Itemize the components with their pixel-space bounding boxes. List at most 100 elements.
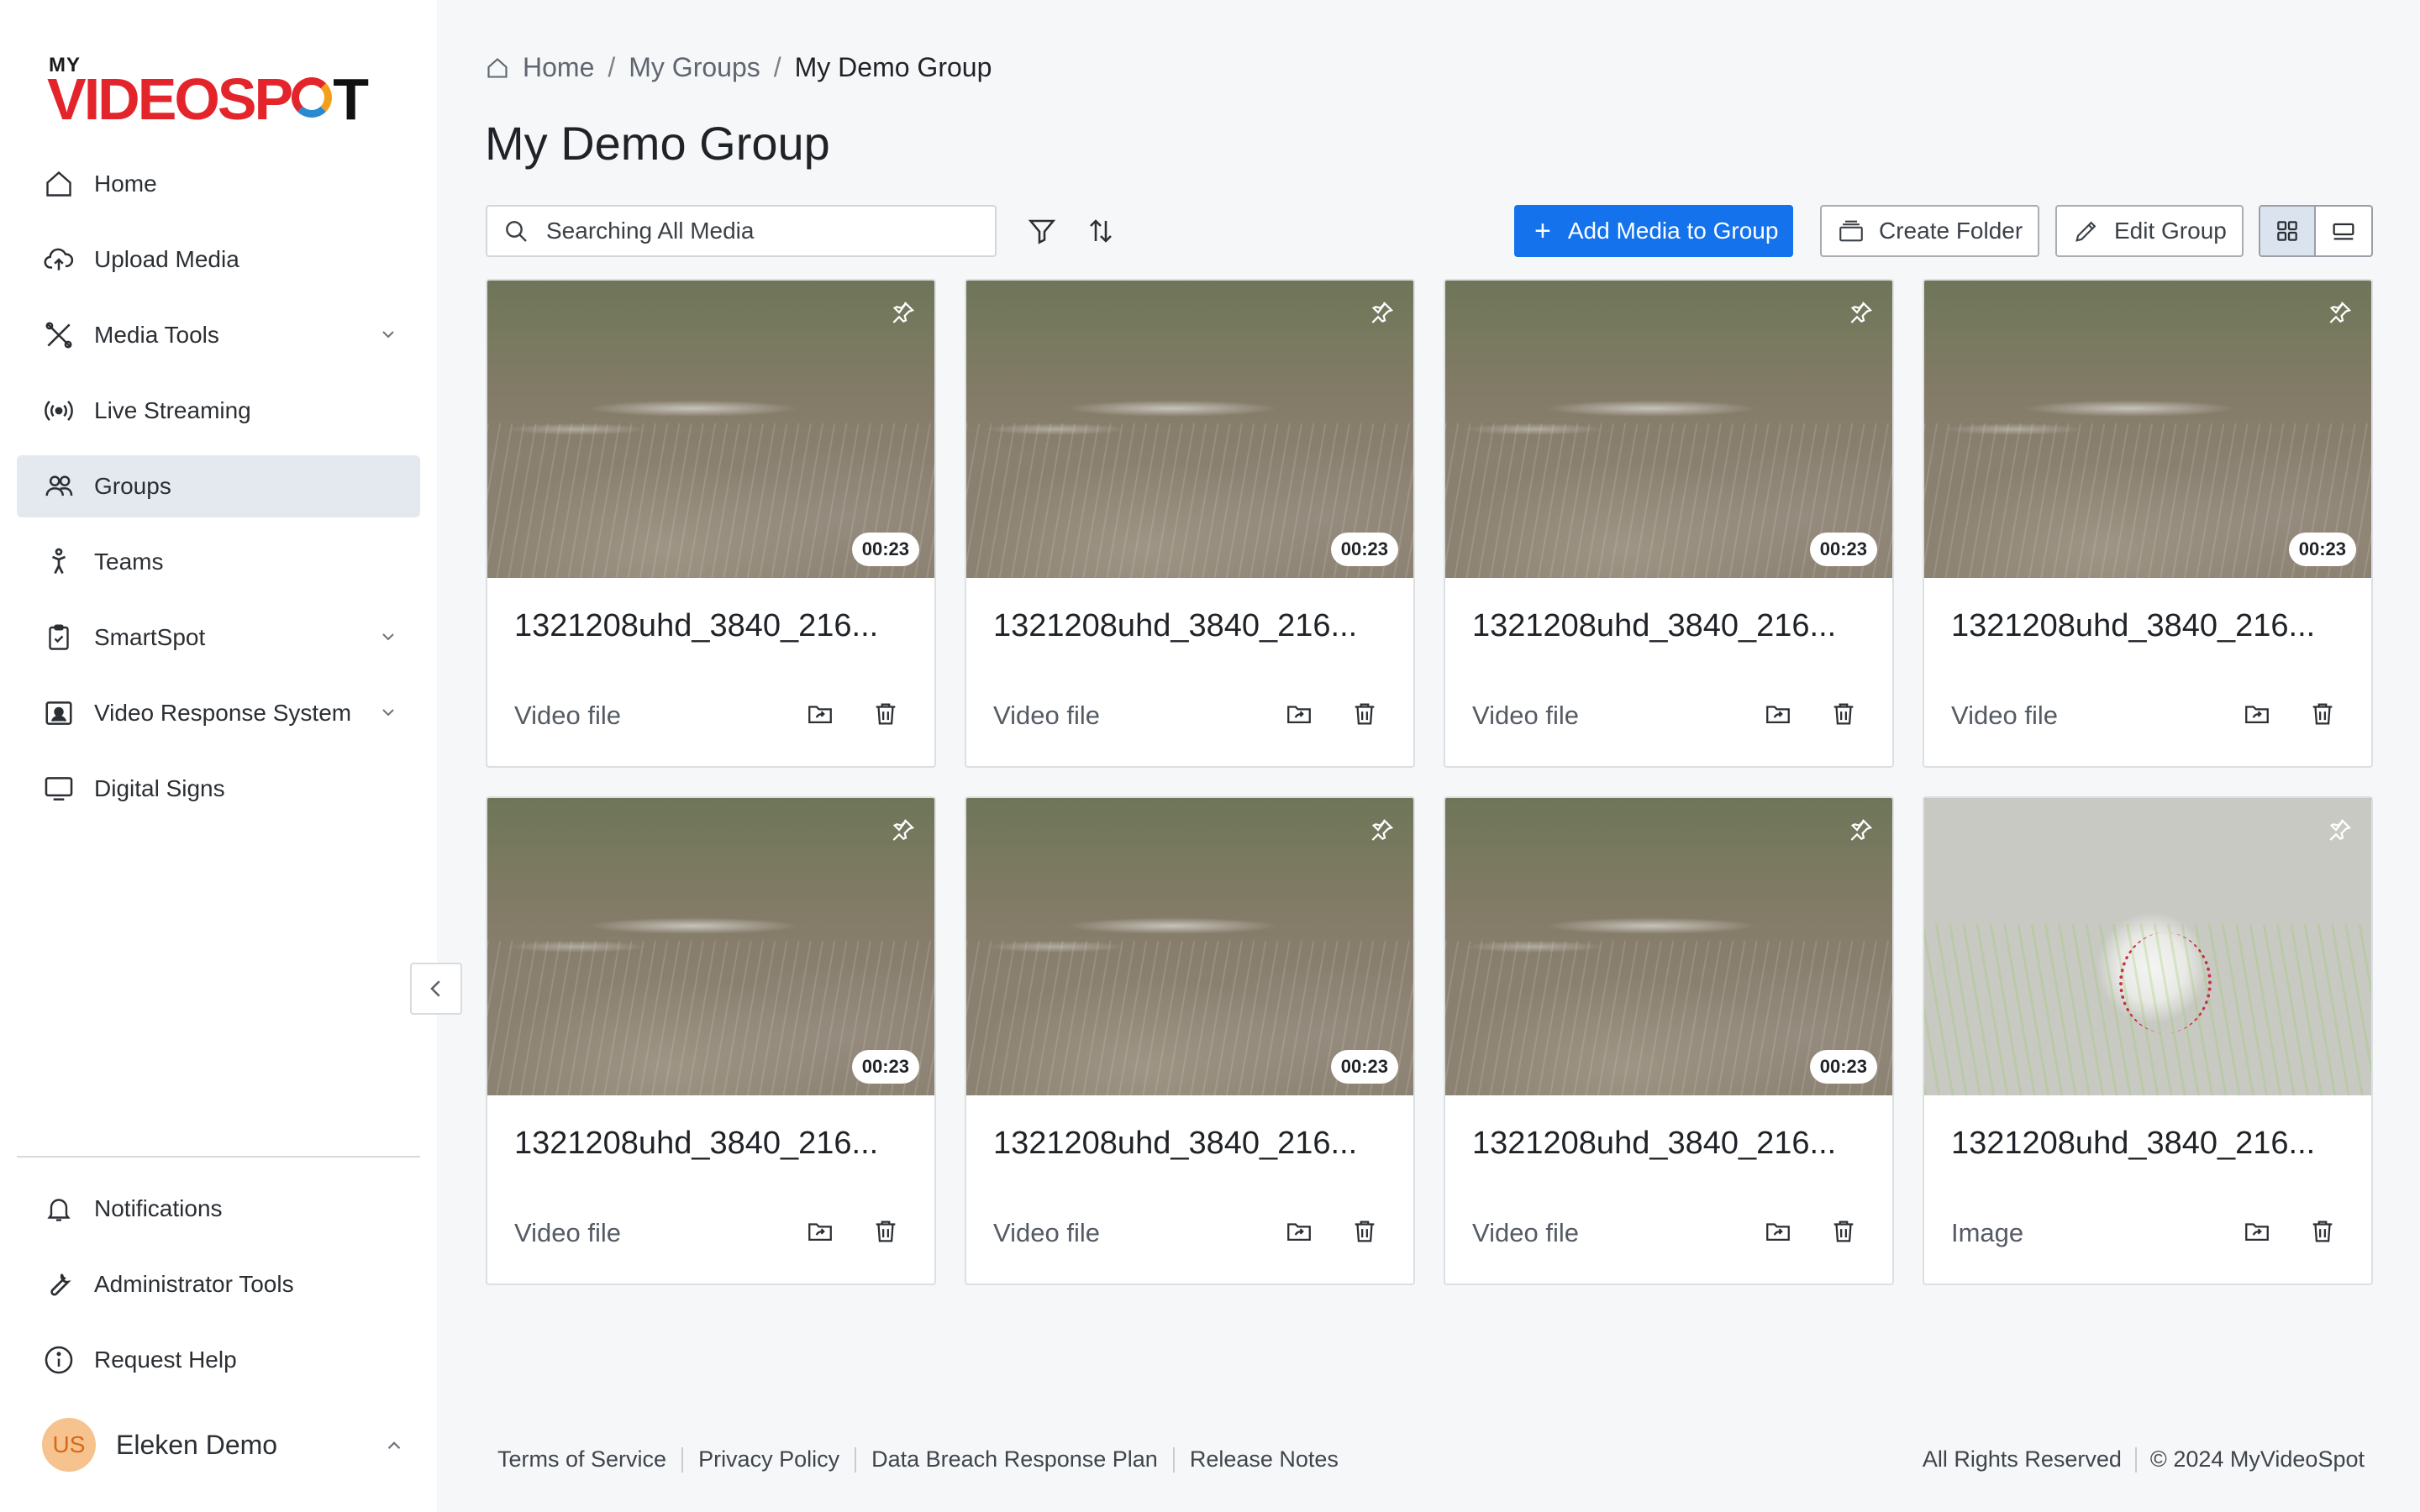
chevron-up-icon [387,1441,401,1450]
chevron-down-icon [382,331,394,339]
list-view-button[interactable] [2316,207,2371,255]
move-to-folder-icon[interactable] [1282,1215,1316,1248]
media-thumbnail[interactable]: 00:23 [966,798,1413,1095]
media-title[interactable]: 1321208uhd_3840_216... [993,608,1397,644]
media-title[interactable]: 1321208uhd_3840_216... [514,1126,918,1162]
search-box[interactable] [486,205,997,257]
pin-icon[interactable] [1368,816,1395,843]
sidebar-item-label: Request Help [94,1347,237,1373]
media-card[interactable]: 00:23 1321208uhd_3840_216... Video file [1923,279,2373,768]
brand-logo[interactable]: MY VIDEOSP T [47,54,392,132]
sidebar-item-live-streaming[interactable]: Live Streaming [17,380,420,442]
breadcrumb-my-groups[interactable]: My Groups [629,52,760,83]
pin-icon[interactable] [1847,816,1874,843]
media-thumbnail[interactable]: 00:23 [1445,281,1892,578]
pin-icon[interactable] [1847,299,1874,326]
sidebar-item-label: Video Response System [94,700,352,726]
footer-separator [2134,1446,2137,1473]
pin-icon[interactable] [889,816,916,843]
pin-icon[interactable] [2326,816,2353,843]
release-notes-link[interactable]: Release Notes [1190,1446,1339,1473]
media-card[interactable]: 00:23 1321208uhd_3840_216... Video file [486,796,936,1285]
add-media-to-group-button[interactable]: + Add Media to Group [1514,205,1794,257]
pin-icon[interactable] [2326,299,2353,326]
move-to-folder-icon[interactable] [1761,1215,1795,1248]
media-card[interactable]: 00:23 1321208uhd_3840_216... Video file [1444,796,1894,1285]
sidebar-item-notifications[interactable]: Notifications [17,1178,420,1240]
move-to-folder-icon[interactable] [1761,697,1795,731]
media-card[interactable]: 1321208uhd_3840_216... Image [1923,796,2373,1285]
filter-button[interactable] [1025,214,1059,248]
trash-icon[interactable] [1348,697,1381,731]
sidebar-item-digital-signs[interactable]: Digital Signs [17,758,420,820]
media-type: Video file [1472,1218,1579,1247]
move-to-folder-icon[interactable] [2240,1215,2274,1248]
media-title[interactable]: 1321208uhd_3840_216... [514,608,918,644]
media-type: Video file [993,1218,1100,1247]
home-icon[interactable] [486,56,509,80]
search-input[interactable] [546,218,983,244]
trash-icon[interactable] [1827,1215,1860,1248]
user-menu[interactable]: US Eleken Demo [42,1418,412,1472]
move-to-folder-icon[interactable] [803,697,837,731]
page-title: My Demo Group [485,117,830,170]
sort-button[interactable] [1084,214,1118,248]
trash-icon[interactable] [869,697,902,731]
sidebar-item-teams[interactable]: Teams [17,531,420,593]
media-thumbnail[interactable]: 00:23 [487,281,934,578]
duration-badge: 00:23 [851,1050,919,1084]
media-card[interactable]: 00:23 1321208uhd_3840_216... Video file [1444,279,1894,768]
user-name: Eleken Demo [116,1429,278,1460]
trash-icon[interactable] [2306,697,2339,731]
sidebar-item-home[interactable]: Home [17,153,420,215]
chevron-left-icon [430,980,440,997]
footer-separator [1172,1446,1175,1473]
media-title[interactable]: 1321208uhd_3840_216... [993,1126,1397,1162]
sidebar-item-administrator-tools[interactable]: Administrator Tools [17,1253,420,1315]
sidebar-item-upload-media[interactable]: Upload Media [17,228,420,291]
media-thumbnail[interactable] [1924,798,2371,1095]
sidebar-item-smartspot[interactable]: SmartSpot [17,606,420,669]
avatar: US [42,1418,96,1472]
duration-badge: 00:23 [1809,533,1877,566]
move-to-folder-icon[interactable] [1282,697,1316,731]
collapse-sidebar-button[interactable] [410,963,462,1015]
data-breach-response-plan-link[interactable]: Data Breach Response Plan [871,1446,1158,1473]
sidebar-item-request-help[interactable]: Request Help [17,1329,420,1391]
clipboard-icon [42,621,76,654]
media-thumbnail[interactable]: 00:23 [1924,281,2371,578]
media-type: Video file [514,1218,621,1247]
media-thumbnail[interactable]: 00:23 [487,798,934,1095]
privacy-policy-link[interactable]: Privacy Policy [698,1446,839,1473]
create-folder-button[interactable]: Create Folder [1820,205,2040,257]
sidebar-item-media-tools[interactable]: Media Tools [17,304,420,366]
sidebar-item-label: Upload Media [94,246,239,272]
media-thumbnail[interactable]: 00:23 [966,281,1413,578]
trash-icon[interactable] [869,1215,902,1248]
terms-of-service-link[interactable]: Terms of Service [497,1446,666,1473]
trash-icon[interactable] [1827,697,1860,731]
media-title[interactable]: 1321208uhd_3840_216... [1472,1126,1876,1162]
media-title[interactable]: 1321208uhd_3840_216... [1472,608,1876,644]
sidebar-item-label: SmartSpot [94,624,206,650]
pin-icon[interactable] [889,299,916,326]
sidebar-item-video-response-system[interactable]: Video Response System [17,682,420,744]
home-icon [42,167,76,201]
pin-icon[interactable] [1368,299,1395,326]
media-title[interactable]: 1321208uhd_3840_216... [1951,1126,2354,1162]
move-to-folder-icon[interactable] [2240,697,2274,731]
move-to-folder-icon[interactable] [803,1215,837,1248]
media-card[interactable]: 00:23 1321208uhd_3840_216... Video file [486,279,936,768]
breadcrumb-home[interactable]: Home [523,52,594,83]
sidebar-item-groups[interactable]: Groups [17,455,420,517]
edit-group-button[interactable]: Edit Group [2055,205,2244,257]
media-card[interactable]: 00:23 1321208uhd_3840_216... Video file [965,279,1415,768]
media-title[interactable]: 1321208uhd_3840_216... [1951,608,2354,644]
media-thumbnail[interactable]: 00:23 [1445,798,1892,1095]
sidebar-divider [17,1156,420,1158]
grid-view-button[interactable] [2260,207,2316,255]
trash-icon[interactable] [2306,1215,2339,1248]
duration-badge: 00:23 [1809,1050,1877,1084]
trash-icon[interactable] [1348,1215,1381,1248]
media-card[interactable]: 00:23 1321208uhd_3840_216... Video file [965,796,1415,1285]
